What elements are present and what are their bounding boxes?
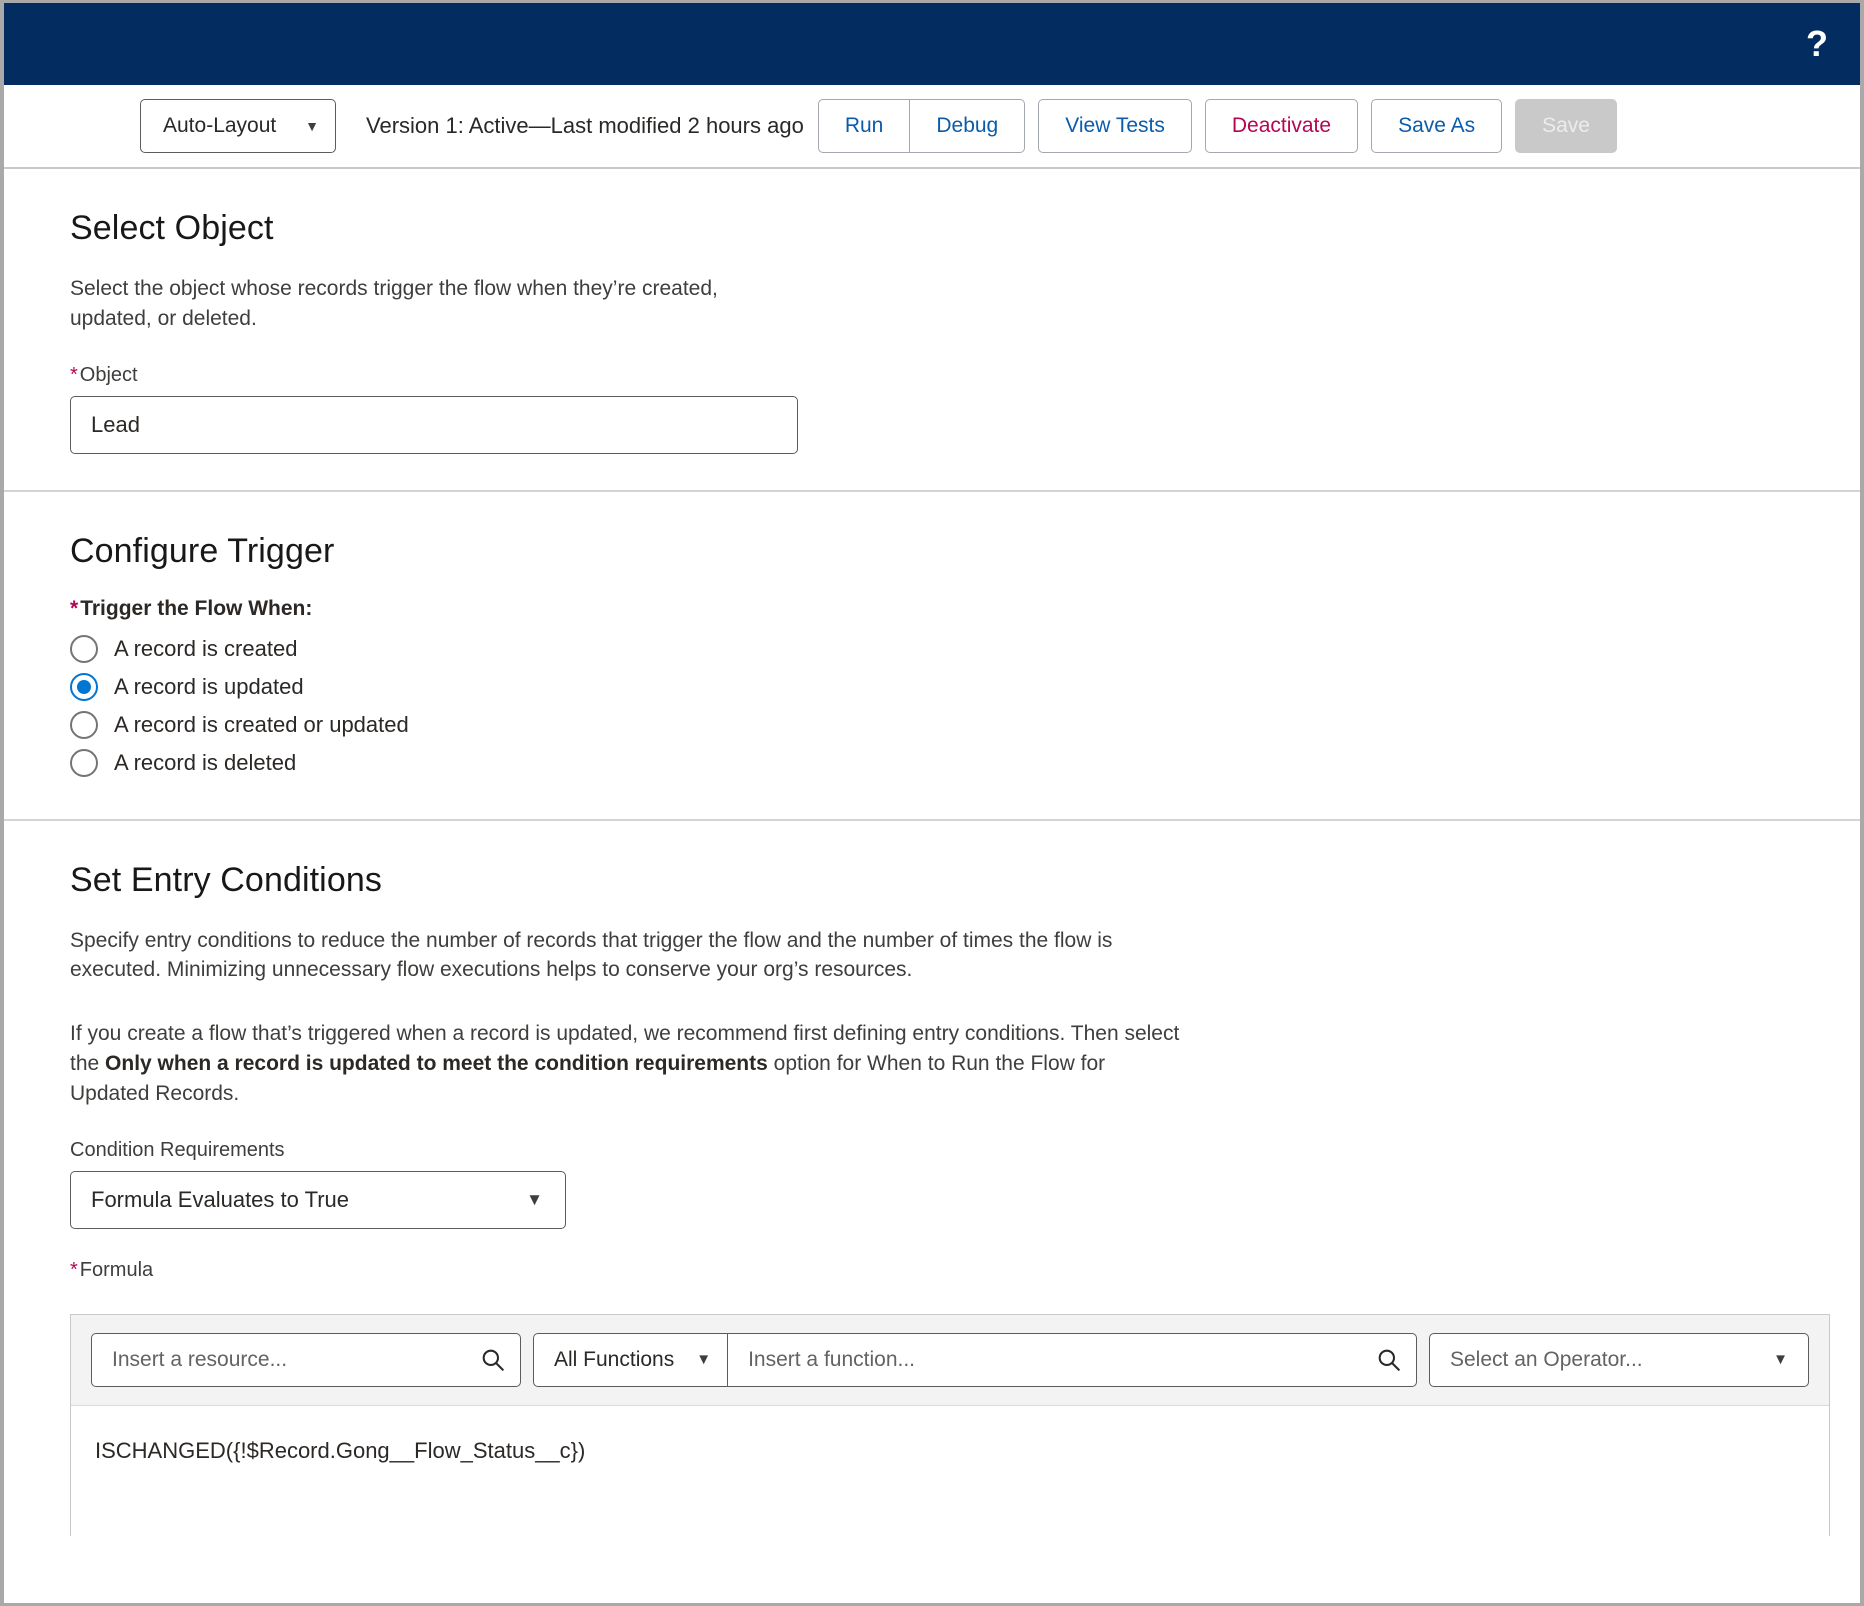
radio-icon — [70, 748, 98, 777]
radio-a-record-is-deleted[interactable]: A record is deleted — [70, 745, 296, 781]
layout-mode-select[interactable]: Auto-Layout ▼ — [140, 99, 336, 153]
formula-value: ISCHANGED({!$Record.Gong__Flow_Status__c… — [95, 1437, 586, 1463]
configure-trigger-section: Configure Trigger *Trigger the Flow When… — [4, 492, 1860, 821]
flow-toolbar: Auto-Layout ▼ Version 1: Active—Last mod… — [4, 85, 1860, 169]
radio-label: A record is updated — [114, 673, 304, 699]
save-as-button[interactable]: Save As — [1371, 99, 1503, 153]
required-asterisk: * — [70, 363, 78, 386]
radio-a-record-is-created-or-updated[interactable]: A record is created or updated — [70, 707, 409, 743]
radio-a-record-is-created[interactable]: A record is created — [70, 631, 297, 667]
radio-label: A record is created — [114, 635, 298, 661]
function-picker-group: All Functions ▼ Insert a function... — [533, 1332, 1417, 1387]
object-field-label-text: Object — [79, 363, 138, 386]
trigger-when-legend-text: Trigger the Flow When: — [80, 596, 313, 620]
radio-icon-selected — [70, 672, 98, 701]
insert-function-input[interactable]: Insert a function... — [727, 1332, 1417, 1387]
operator-select[interactable]: Select an Operator... ▼ — [1429, 1332, 1809, 1387]
set-entry-conditions-title: Set Entry Conditions — [70, 860, 382, 899]
paragraph-2-bold: Only when a record is updated to meet th… — [105, 1052, 768, 1076]
function-category-select[interactable]: All Functions ▼ — [533, 1332, 728, 1387]
condition-requirements-value: Formula Evaluates to True — [91, 1186, 350, 1212]
set-entry-conditions-section: Set Entry Conditions Specify entry condi… — [4, 821, 1860, 1572]
condition-requirements-select[interactable]: Formula Evaluates to True ▼ — [70, 1170, 566, 1229]
select-object-section: Select Object Select the object whose re… — [4, 169, 1860, 492]
flow-builder-window: ? Auto-Layout ▼ Version 1: Active—Last m… — [0, 0, 1864, 1606]
formula-toolbar: Insert a resource... All Functions ▼ Ins… — [71, 1314, 1829, 1406]
radio-icon — [70, 710, 98, 739]
chevron-down-icon: ▼ — [696, 1351, 712, 1369]
entry-conditions-paragraph-2: If you create a flow that’s triggered wh… — [70, 1019, 1180, 1108]
radio-label: A record is created or updated — [114, 711, 409, 737]
object-input[interactable]: Lead — [70, 395, 798, 454]
radio-label: A record is deleted — [114, 749, 297, 775]
view-tests-button[interactable]: View Tests — [1038, 99, 1192, 153]
search-icon[interactable] — [480, 1347, 506, 1373]
insert-resource-input[interactable]: Insert a resource... — [91, 1332, 521, 1387]
insert-function-placeholder: Insert a function... — [748, 1347, 916, 1371]
formula-field-label: * Formula — [70, 1259, 1860, 1282]
function-category-value: All Functions — [554, 1347, 675, 1371]
trigger-when-legend: *Trigger the Flow When: — [70, 597, 1860, 621]
layout-mode-label: Auto-Layout — [163, 114, 277, 137]
configure-trigger-title: Configure Trigger — [70, 531, 335, 570]
formula-textarea[interactable]: ISCHANGED({!$Record.Gong__Flow_Status__c… — [71, 1405, 1829, 1536]
object-field-label: * Object — [70, 364, 1860, 387]
required-asterisk: * — [70, 1258, 78, 1281]
operator-placeholder: Select an Operator... — [1450, 1347, 1643, 1371]
condition-requirements-label: Condition Requirements — [70, 1138, 285, 1161]
save-button: Save — [1515, 99, 1617, 153]
chevron-down-icon: ▼ — [305, 118, 319, 134]
insert-resource-placeholder: Insert a resource... — [112, 1347, 288, 1371]
help-icon[interactable]: ? — [1796, 22, 1838, 66]
debug-button[interactable]: Debug — [910, 99, 1026, 153]
select-object-description: Select the object whose records trigger … — [70, 277, 718, 330]
run-button[interactable]: Run — [817, 99, 911, 153]
version-status-text: Version 1: Active—Last modified 2 hours … — [366, 113, 804, 138]
chevron-down-icon: ▼ — [526, 1189, 543, 1209]
object-input-value: Lead — [91, 411, 140, 437]
formula-field-label-text: Formula — [79, 1258, 154, 1281]
app-header: ? — [4, 3, 1860, 85]
search-icon[interactable] — [1376, 1347, 1402, 1373]
select-object-title: Select Object — [70, 209, 274, 247]
chevron-down-icon: ▼ — [1773, 1351, 1788, 1369]
radio-a-record-is-updated[interactable]: A record is updated — [70, 669, 304, 705]
formula-builder: Insert a resource... All Functions ▼ Ins… — [70, 1313, 1830, 1536]
radio-icon — [70, 634, 98, 663]
required-asterisk: * — [70, 596, 79, 620]
run-debug-button-group: Run Debug — [817, 99, 1026, 153]
entry-conditions-paragraph-1: Specify entry conditions to reduce the n… — [70, 928, 1113, 982]
deactivate-button[interactable]: Deactivate — [1204, 99, 1359, 153]
